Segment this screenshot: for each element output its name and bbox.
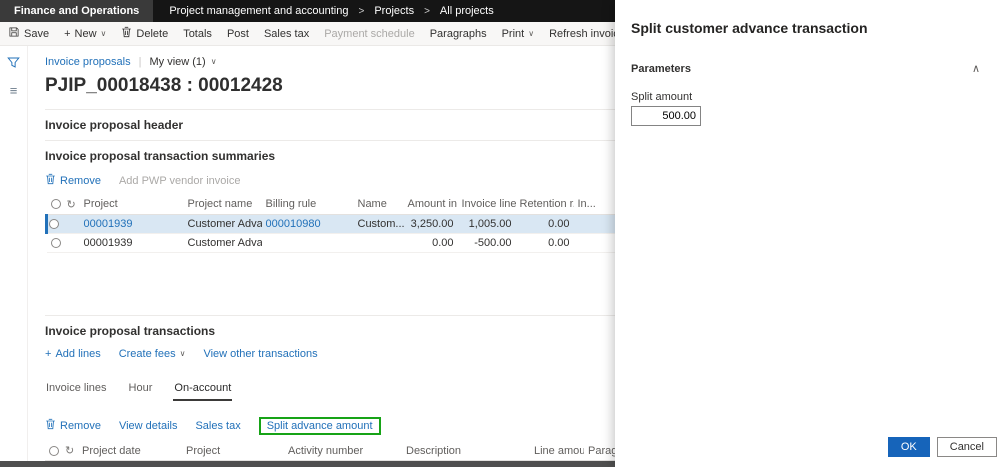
column-header-retention[interactable]: Retention r... xyxy=(515,195,574,215)
chevron-down-icon: ∨ xyxy=(210,57,217,66)
save-icon xyxy=(8,26,20,41)
column-header-invoice-line[interactable]: Invoice line ... xyxy=(457,195,516,215)
breadcrumb: Project management and accounting > Proj… xyxy=(153,0,509,22)
delete-button[interactable]: Delete xyxy=(121,26,168,41)
view-other-transactions-button[interactable]: View other transactions xyxy=(203,348,317,360)
breadcrumb-item-projects[interactable]: Projects xyxy=(374,5,414,17)
remove-button[interactable]: Remove xyxy=(45,418,101,433)
create-fees-button[interactable]: Create fees ∨ xyxy=(119,348,186,360)
payment-schedule-button: Payment schedule xyxy=(324,27,415,40)
column-header-billing-rule[interactable]: Billing rule xyxy=(261,195,354,215)
column-header-activity-number[interactable]: Activity number xyxy=(284,441,402,461)
row-select-radio[interactable] xyxy=(49,218,59,229)
tab-on-account[interactable]: On-account xyxy=(173,379,233,401)
summaries-grid: ↻ Project Project name Billing rule Name… xyxy=(45,195,639,253)
project-link[interactable]: 00001939 xyxy=(84,218,133,230)
paragraphs-button[interactable]: Paragraphs xyxy=(430,28,487,40)
separator: | xyxy=(138,56,142,68)
split-amount-label: Split amount xyxy=(631,91,693,103)
add-pwp-vendor-invoice-button: Add PWP vendor invoice xyxy=(118,174,241,187)
save-button[interactable]: Save xyxy=(8,26,49,41)
chevron-down-icon: ∨ xyxy=(100,28,107,38)
split-amount-input[interactable] xyxy=(631,106,701,126)
trash-icon xyxy=(45,418,56,433)
select-all-radio[interactable] xyxy=(50,199,61,210)
ok-button[interactable]: OK xyxy=(887,437,930,457)
tab-invoice-lines[interactable]: Invoice lines xyxy=(45,379,108,401)
chevron-down-icon: ∨ xyxy=(528,28,535,38)
remove-button[interactable]: Remove xyxy=(45,173,101,188)
table-row[interactable]: 00001939 Customer Adva... 000010980 Cust… xyxy=(45,214,639,234)
column-header-description[interactable]: Description xyxy=(402,441,530,461)
app-title[interactable]: Finance and Operations xyxy=(0,0,154,22)
totals-button[interactable]: Totals xyxy=(183,28,212,40)
transactions-grid-header: ↻ Project date Project Activity number D… xyxy=(45,441,637,461)
add-lines-button[interactable]: + Add lines xyxy=(45,348,101,360)
sales-tax-button[interactable]: Sales tax xyxy=(195,420,240,432)
breadcrumb-separator-icon: > xyxy=(358,5,365,17)
split-advance-dialog: Split customer advance transaction Param… xyxy=(615,0,1000,467)
select-all-radio[interactable] xyxy=(49,445,59,456)
filter-icon[interactable] xyxy=(7,56,20,72)
column-header-project[interactable]: Project xyxy=(182,441,284,461)
trash-icon xyxy=(121,26,132,41)
view-selector[interactable]: My view (1) ∨ xyxy=(149,56,216,68)
dialog-title: Split customer advance transaction xyxy=(631,20,868,36)
trash-icon xyxy=(45,173,56,188)
table-row[interactable]: 00001939 Customer Adva... 0.00 -500.00 0… xyxy=(46,233,639,253)
post-button[interactable]: Post xyxy=(227,28,249,40)
column-header-project-name[interactable]: Project name xyxy=(183,195,262,215)
refresh-icon[interactable]: ↻ xyxy=(65,445,74,457)
summaries-grid-header: ↻ Project Project name Billing rule Name… xyxy=(46,195,639,215)
chevron-down-icon: ∨ xyxy=(179,348,186,358)
chevron-up-icon[interactable]: ∧ xyxy=(972,62,980,75)
column-header-project-date[interactable]: Project date xyxy=(78,441,182,461)
breadcrumb-item-module[interactable]: Project management and accounting xyxy=(169,5,348,17)
invoice-proposals-back-link[interactable]: Invoice proposals xyxy=(45,56,131,68)
tab-hour[interactable]: Hour xyxy=(128,379,154,401)
plus-icon: + xyxy=(45,347,52,360)
breadcrumb-item-all-projects[interactable]: All projects xyxy=(440,5,494,17)
parameters-section-header[interactable]: Parameters ∧ xyxy=(631,62,984,76)
dialog-buttons: OK Cancel xyxy=(887,437,997,457)
billing-rule-link[interactable]: 000010980 xyxy=(266,218,321,230)
cancel-button[interactable]: Cancel xyxy=(936,437,997,457)
split-advance-amount-button[interactable]: Split advance amount xyxy=(258,416,381,435)
column-header-amount[interactable]: Amount in... xyxy=(403,195,458,215)
plus-icon: + xyxy=(64,27,71,40)
column-header-line-amount[interactable]: Line amount xyxy=(530,441,584,461)
left-icon-rail: ≡ xyxy=(0,46,28,467)
breadcrumb-separator-icon: > xyxy=(424,5,430,17)
print-button[interactable]: Print ∨ xyxy=(502,28,534,40)
sales-tax-button[interactable]: Sales tax xyxy=(264,28,309,40)
view-details-button[interactable]: View details xyxy=(119,420,178,432)
column-header-project[interactable]: Project xyxy=(79,195,184,215)
new-button[interactable]: + New ∨ xyxy=(64,28,106,40)
refresh-icon[interactable]: ↻ xyxy=(67,199,76,211)
view-options-icon[interactable]: ≡ xyxy=(10,84,18,97)
column-header-name[interactable]: Name xyxy=(353,195,404,215)
row-select-radio[interactable] xyxy=(50,237,61,248)
horizontal-scrollbar[interactable] xyxy=(0,461,615,467)
